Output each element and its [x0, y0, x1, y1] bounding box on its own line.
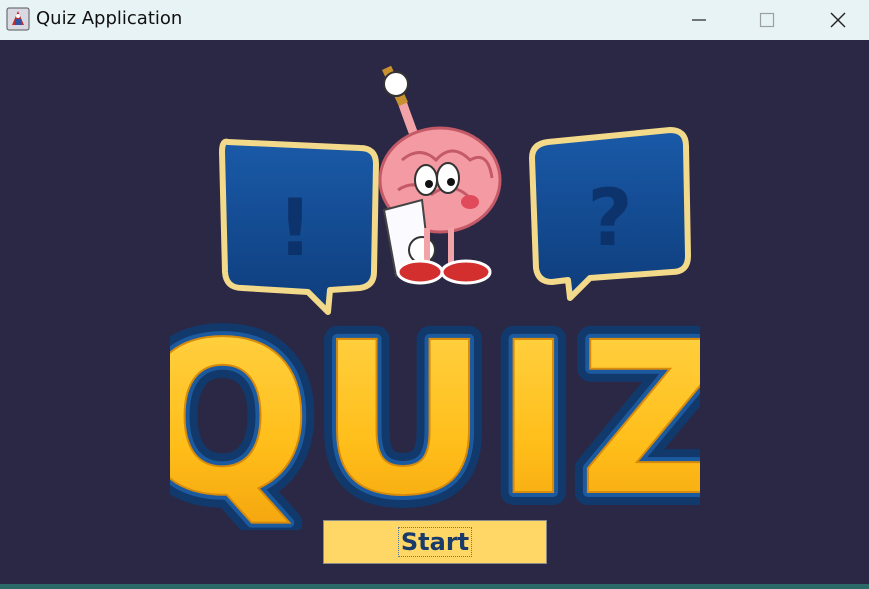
exclamation-bubble-icon: ! [219, 138, 379, 315]
start-button[interactable]: Start [323, 520, 547, 564]
svg-text:?: ? [587, 174, 632, 264]
maximize-button[interactable] [737, 0, 797, 40]
window-bottom-edge [0, 584, 869, 589]
java-app-icon [6, 7, 30, 31]
question-bubble-icon: ? [529, 127, 691, 301]
svg-text:!: ! [277, 184, 313, 274]
brain-mascot-icon [378, 65, 502, 285]
quiz-logo-artwork: ! ? QUIZ QUIZ QUIZ [170, 65, 700, 530]
title-bar: Quiz Application [0, 0, 869, 40]
svg-text:QUIZ: QUIZ [170, 297, 700, 530]
start-button-label: Start [397, 527, 473, 557]
minimize-icon [692, 19, 706, 21]
close-button[interactable] [808, 0, 868, 40]
maximize-icon [759, 12, 775, 28]
quiz-wordmark: QUIZ QUIZ QUIZ [170, 284, 700, 530]
window-title: Quiz Application [36, 8, 183, 29]
close-icon [830, 12, 846, 28]
minimize-button[interactable] [669, 0, 729, 40]
main-panel: ! ? QUIZ QUIZ QUIZ Start [0, 40, 869, 589]
